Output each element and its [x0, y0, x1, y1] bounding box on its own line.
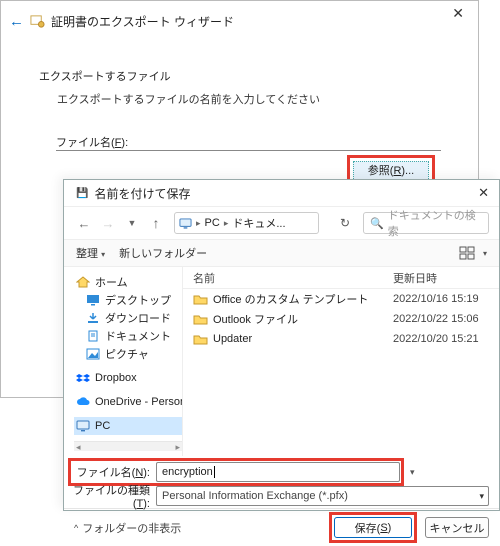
- tree-item-onedrive[interactable]: OneDrive - Person: [74, 393, 182, 411]
- desktop-icon: [86, 294, 100, 306]
- close-icon[interactable]: ✕: [478, 185, 489, 201]
- tree-item-desktop[interactable]: デスクトップ: [74, 291, 182, 309]
- filetype-row: ファイルの種類(T): Personal Information Exchang…: [64, 484, 499, 508]
- dialog-footer: ^ フォルダーの非表示 保存(S) キャンセル: [64, 508, 499, 546]
- chevron-up-icon: ^: [74, 523, 78, 533]
- back-icon[interactable]: ←: [9, 13, 24, 30]
- save-button[interactable]: 保存(S): [334, 517, 412, 538]
- search-input[interactable]: 🔍 ドキュメントの検索: [363, 212, 489, 234]
- document-icon: [86, 330, 100, 342]
- column-date[interactable]: 更新日時: [393, 270, 499, 286]
- close-icon[interactable]: ✕: [452, 5, 464, 22]
- pc-icon: [76, 420, 90, 432]
- nav-forward-icon[interactable]: →: [98, 212, 118, 234]
- wizard-title: 証明書のエクスポート ウィザード: [51, 13, 234, 30]
- tree-item-pictures[interactable]: ピクチャ: [74, 345, 182, 363]
- dialog-title: 名前を付けて保存: [94, 185, 190, 202]
- file-list: 名前 更新日時 Office のカスタム テンプレート 2022/10/16 1…: [183, 267, 499, 456]
- filetype-select[interactable]: Personal Information Exchange (*.pfx) ▾: [156, 486, 489, 506]
- wizard-section-heading: エクスポートするファイル: [39, 68, 171, 84]
- list-item[interactable]: Outlook ファイル 2022/10/22 15:06: [183, 309, 499, 329]
- column-name[interactable]: 名前: [183, 270, 393, 286]
- save-as-dialog: 💾 名前を付けて保存 ✕ ← → ▼ ↑ ▸ PC ▸ ドキュメ... ↻ 🔍 …: [63, 179, 500, 511]
- download-icon: [86, 312, 100, 324]
- certificate-icon: [30, 14, 45, 29]
- home-icon: [76, 276, 90, 288]
- chevron-down-icon[interactable]: ▾: [483, 249, 487, 258]
- folder-icon: [193, 333, 208, 345]
- save-icon: 💾: [76, 188, 88, 199]
- list-item[interactable]: Office のカスタム テンプレート 2022/10/16 15:19: [183, 289, 499, 309]
- tree-item-home[interactable]: ホーム: [74, 273, 182, 291]
- folder-icon: [193, 313, 208, 325]
- filetype-label: ファイルの種類(T):: [64, 482, 156, 510]
- wizard-filename-label: ファイル名(F):: [56, 134, 128, 150]
- chevron-down-icon: ▾: [479, 491, 484, 502]
- filename-input[interactable]: encryption: [156, 462, 400, 482]
- tree-item-downloads[interactable]: ダウンロード: [74, 309, 182, 327]
- cancel-button[interactable]: キャンセル: [425, 517, 489, 538]
- search-icon: 🔍: [370, 217, 384, 230]
- text-cursor: [214, 466, 215, 478]
- wizard-titlebar: ← 証明書のエクスポート ウィザード: [9, 13, 234, 30]
- folder-hide-toggle[interactable]: ^ フォルダーの非表示: [74, 520, 181, 536]
- folder-tree: ホーム デスクトップ ダウンロード ドキュメント ピクチャ Dropbox On…: [64, 267, 183, 456]
- tree-horizontal-scrollbar[interactable]: ◂▸: [74, 441, 182, 451]
- chevron-down-icon: ▾: [101, 250, 105, 259]
- browse-button[interactable]: 参照(R)...: [353, 161, 429, 181]
- dropbox-icon: [76, 372, 90, 384]
- nav-back-icon[interactable]: ←: [74, 212, 94, 234]
- chevron-right-icon: ▸: [194, 218, 203, 229]
- folder-icon: [193, 293, 208, 305]
- filename-row: ファイル名(N): encryption ▾: [64, 460, 499, 484]
- organize-menu[interactable]: 整理 ▾: [76, 245, 105, 261]
- nav-up-icon[interactable]: ↑: [146, 212, 166, 234]
- column-headers[interactable]: 名前 更新日時: [183, 267, 499, 289]
- dialog-fields: ファイル名(N): encryption ▾ ファイルの種類(T): Perso…: [64, 456, 499, 508]
- wizard-filename-input[interactable]: [56, 150, 441, 151]
- new-folder-button[interactable]: 新しいフォルダー: [119, 245, 207, 261]
- search-placeholder: ドキュメントの検索: [388, 207, 482, 239]
- breadcrumb-seg[interactable]: ドキュメ...: [232, 215, 285, 231]
- chevron-right-icon: ▸: [222, 218, 231, 229]
- dialog-nav: ← → ▼ ↑ ▸ PC ▸ ドキュメ... ↻ 🔍 ドキュメントの検索: [64, 207, 499, 239]
- breadcrumb[interactable]: ▸ PC ▸ ドキュメ...: [174, 212, 319, 234]
- tree-item-dropbox[interactable]: Dropbox: [74, 369, 182, 387]
- tree-item-pc[interactable]: PC: [74, 417, 182, 435]
- tree-item-documents[interactable]: ドキュメント: [74, 327, 182, 345]
- chevron-down-icon[interactable]: ▾: [410, 467, 415, 478]
- pictures-icon: [86, 348, 100, 360]
- view-mode-icon[interactable]: [459, 246, 475, 260]
- filename-label: ファイル名(N):: [72, 464, 156, 480]
- pc-icon: [179, 218, 192, 229]
- dialog-toolbar: 整理 ▾ 新しいフォルダー ▾: [64, 239, 499, 267]
- breadcrumb-seg[interactable]: PC: [205, 217, 220, 229]
- dialog-titlebar: 💾 名前を付けて保存 ✕: [64, 180, 499, 207]
- chevron-down-icon[interactable]: ▼: [122, 212, 142, 234]
- cloud-icon: [76, 396, 90, 408]
- refresh-icon[interactable]: ↻: [335, 216, 355, 230]
- wizard-instruction: エクスポートするファイルの名前を入力してください: [57, 91, 320, 107]
- list-item[interactable]: Updater 2022/10/20 15:21: [183, 329, 499, 349]
- highlight-save: 保存(S): [329, 512, 417, 543]
